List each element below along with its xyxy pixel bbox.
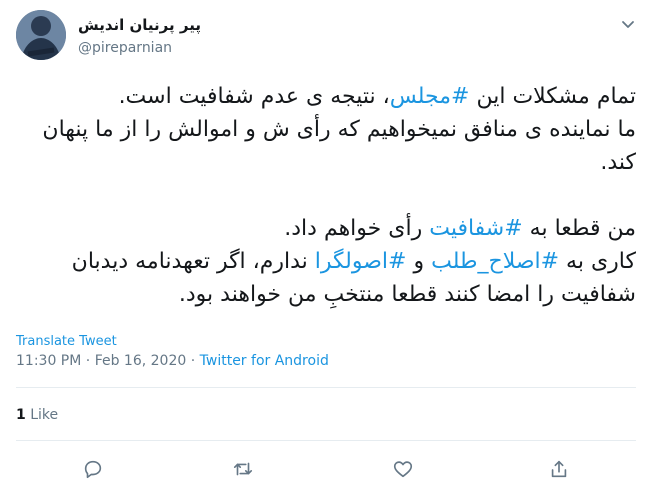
translate-tweet-link[interactable]: Translate Tweet xyxy=(16,334,117,349)
tweet-meta: 11:30 PM · Feb 16, 2020 · Twitter for An… xyxy=(16,353,329,369)
tweet-text-segment: و xyxy=(406,249,432,274)
like-icon[interactable] xyxy=(392,458,416,482)
avatar[interactable] xyxy=(16,10,66,60)
display-name[interactable]: پیر پرنیان اندیش xyxy=(78,16,201,34)
avatar-image xyxy=(16,10,66,60)
tweet-text: تمام مشکلات این #مجلس، نتیجه ی عدم شفافی… xyxy=(16,80,636,311)
likes-count: 1 xyxy=(16,407,26,423)
tweet-date[interactable]: Feb 16, 2020 xyxy=(95,353,187,369)
hashtag-link[interactable]: #اصلاح_طلب xyxy=(431,249,559,274)
tweet-action-bar xyxy=(0,458,652,482)
hashtag-link[interactable]: #اصولگرا xyxy=(315,249,407,274)
retweet-icon[interactable] xyxy=(232,458,256,482)
meta-separator: · xyxy=(81,353,95,369)
hashtag-link[interactable]: #شفافیت xyxy=(429,216,522,241)
share-icon[interactable] xyxy=(548,458,572,482)
likes-label: Like xyxy=(30,407,59,423)
more-options-chevron-icon[interactable] xyxy=(618,14,638,34)
divider xyxy=(16,440,636,441)
divider xyxy=(16,387,636,388)
meta-separator: · xyxy=(186,353,200,369)
tweet-source-link[interactable]: Twitter for Android xyxy=(200,353,329,369)
user-handle[interactable]: @pireparnian xyxy=(78,40,172,56)
tweet-text-segment: تمام مشکلات این xyxy=(469,84,636,109)
reply-icon[interactable] xyxy=(82,458,106,482)
likes-stat[interactable]: 1 Like xyxy=(16,407,58,423)
hashtag-link[interactable]: #مجلس xyxy=(390,84,470,109)
tweet-time[interactable]: 11:30 PM xyxy=(16,353,81,369)
tweet-text-segment: من قطعا به xyxy=(522,216,636,241)
